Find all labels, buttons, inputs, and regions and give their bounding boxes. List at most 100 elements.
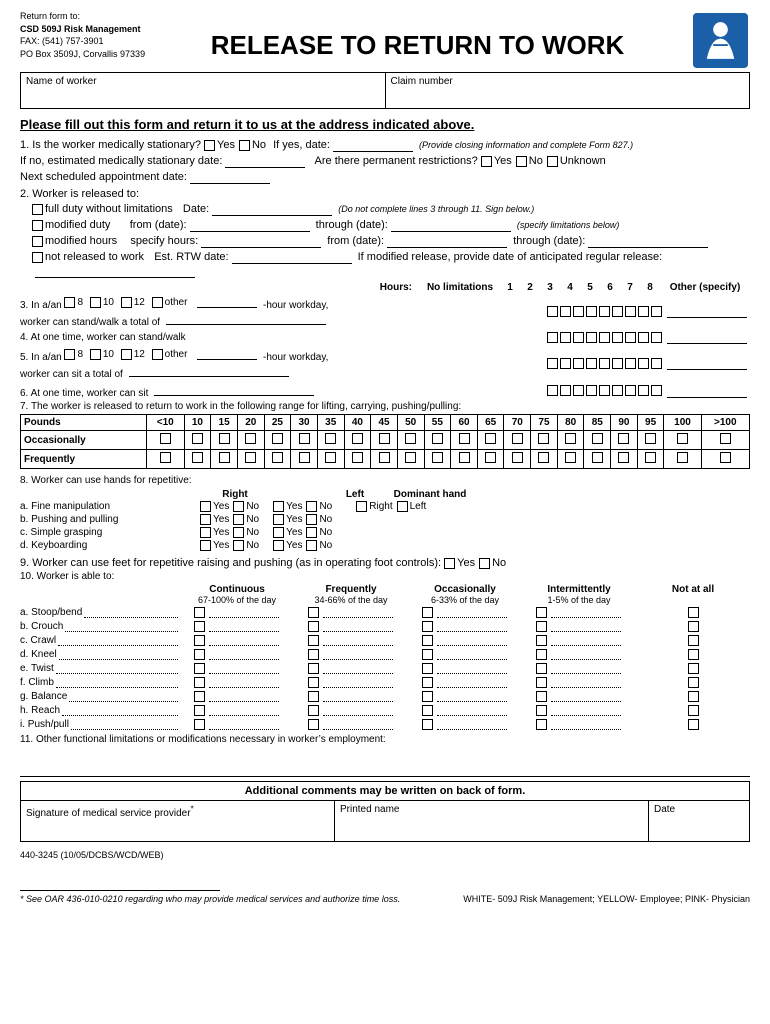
q8-b-right-no-cb[interactable] [233, 514, 244, 525]
q2-from-date2-field[interactable] [387, 234, 507, 248]
q8-dominant-right[interactable]: Right [356, 501, 392, 512]
q10-b--crouch-inter-cb[interactable] [536, 621, 547, 632]
q3-no-limit-cb[interactable] [547, 306, 558, 317]
q3-other-cb[interactable] [152, 297, 163, 308]
q10-f--climb-occ-cb[interactable] [422, 677, 433, 688]
q10-i--push-pull-inter-cb[interactable] [536, 719, 547, 730]
q1-stationary-date[interactable] [225, 154, 305, 168]
freq-15-cb[interactable] [219, 452, 230, 463]
q10-g--balance-freq-cb[interactable] [308, 691, 319, 702]
q3-10-cb[interactable] [90, 297, 101, 308]
q6-h8-cb[interactable] [651, 385, 662, 396]
freq-60-cb[interactable] [459, 452, 470, 463]
q10-e--twist-occ-cb[interactable] [422, 663, 433, 674]
q9-no-option[interactable]: No [479, 557, 506, 569]
occ-50-cb[interactable] [405, 433, 416, 444]
occ-100-cb[interactable] [677, 433, 688, 444]
q5-10-option[interactable]: 10 [90, 349, 114, 360]
q1-yes-checkbox[interactable] [204, 140, 215, 151]
q1-no-option[interactable]: No [239, 139, 266, 151]
q8-a-left-no[interactable]: No [306, 501, 332, 512]
q10-h--reach-none-cb[interactable] [688, 705, 699, 716]
q1-perm-no-checkbox[interactable] [516, 156, 527, 167]
q6-h2-cb[interactable] [573, 385, 584, 396]
q8-d-right-no[interactable]: No [233, 540, 259, 551]
q4-h8-cb[interactable] [651, 332, 662, 343]
q10-e--twist-none-cb[interactable] [688, 663, 699, 674]
q10-c--crawl-none-cb[interactable] [688, 635, 699, 646]
q8-b-left-yes-cb[interactable] [273, 514, 284, 525]
q8-a-right-no-cb[interactable] [233, 501, 244, 512]
q10-i--push-pull-occ-cb[interactable] [422, 719, 433, 730]
q6-no-limit-cb[interactable] [547, 385, 558, 396]
q3-h5-cb[interactable] [612, 306, 623, 317]
q8-c-left-no-cb[interactable] [306, 527, 317, 538]
q8-c-left-yes[interactable]: Yes [273, 527, 302, 538]
q2-modified-hours-option[interactable]: modified hours [32, 235, 117, 247]
q2-through-date2-field[interactable] [588, 234, 708, 248]
occ-40-cb[interactable] [352, 433, 363, 444]
freq-85-cb[interactable] [592, 452, 603, 463]
q8-b-left-no[interactable]: No [306, 514, 332, 525]
occ-35-cb[interactable] [325, 433, 336, 444]
freq-50-cb[interactable] [405, 452, 416, 463]
q10-b--crouch-none-cb[interactable] [688, 621, 699, 632]
q3-h4-cb[interactable] [599, 306, 610, 317]
occ-15-cb[interactable] [219, 433, 230, 444]
q2-anticipated-date[interactable] [35, 264, 195, 278]
q6-h1-cb[interactable] [560, 385, 571, 396]
freq-20-cb[interactable] [245, 452, 256, 463]
freq-70-cb[interactable] [512, 452, 523, 463]
q8-c-left-yes-cb[interactable] [273, 527, 284, 538]
q8-b-right-yes[interactable]: Yes [200, 514, 229, 525]
q1-perm-no-option[interactable]: No [516, 155, 543, 167]
q3-h3-cb[interactable] [586, 306, 597, 317]
q5-other-cb[interactable] [152, 349, 163, 360]
q10-d--kneel-freq-cb[interactable] [308, 649, 319, 660]
q6-h6-cb[interactable] [625, 385, 636, 396]
q1-unknown-checkbox[interactable] [547, 156, 558, 167]
q1-yes-option[interactable]: Yes [204, 139, 235, 151]
q2-not-released-checkbox[interactable] [32, 252, 43, 263]
q5-10-cb[interactable] [90, 349, 101, 360]
q4-no-limit-cb[interactable] [547, 332, 558, 343]
q8-dominant-left[interactable]: Left [397, 501, 427, 512]
q8-a-left-yes-cb[interactable] [273, 501, 284, 512]
q10-i--push-pull-none-cb[interactable] [688, 719, 699, 730]
q5-h3-cb[interactable] [586, 358, 597, 369]
q3-h6-cb[interactable] [625, 306, 636, 317]
q3-total-field[interactable] [166, 311, 326, 325]
q5-no-limit-cb[interactable] [547, 358, 558, 369]
q4-h1-cb[interactable] [560, 332, 571, 343]
q8-d-left-yes-cb[interactable] [273, 540, 284, 551]
freq-lt10-cb[interactable] [160, 452, 171, 463]
q4-other-spec[interactable] [667, 330, 747, 344]
occ-55-cb[interactable] [432, 433, 443, 444]
q10-stoop-occ-cb[interactable] [422, 607, 433, 618]
occ-30-cb[interactable] [299, 433, 310, 444]
q10-e--twist-cont-cb[interactable] [194, 663, 205, 674]
q8-b-right-yes-cb[interactable] [200, 514, 211, 525]
q8-d-right-no-cb[interactable] [233, 540, 244, 551]
q1-no-checkbox[interactable] [239, 140, 250, 151]
q2-specify-hours-field[interactable] [201, 234, 321, 248]
q8-c-left-no[interactable]: No [306, 527, 332, 538]
q10-f--climb-cont-cb[interactable] [194, 677, 205, 688]
q10-stoop-inter-cb[interactable] [536, 607, 547, 618]
occ-95-cb[interactable] [645, 433, 656, 444]
q4-h7-cb[interactable] [638, 332, 649, 343]
q6-other-spec[interactable] [667, 384, 747, 398]
occ-60-cb[interactable] [459, 433, 470, 444]
q1-perm-yes-option[interactable]: Yes [481, 155, 512, 167]
q10-e--twist-inter-cb[interactable] [536, 663, 547, 674]
q8-a-right-no[interactable]: No [233, 501, 259, 512]
freq-45-cb[interactable] [379, 452, 390, 463]
q5-12-cb[interactable] [121, 349, 132, 360]
q8-a-right-yes[interactable]: Yes [200, 501, 229, 512]
occ-20-cb[interactable] [245, 433, 256, 444]
q10-i--push-pull-freq-cb[interactable] [308, 719, 319, 730]
q8-b-left-no-cb[interactable] [306, 514, 317, 525]
occ-gt100-cb[interactable] [720, 433, 731, 444]
q10-c--crawl-cont-cb[interactable] [194, 635, 205, 646]
q8-d-right-yes[interactable]: Yes [200, 540, 229, 551]
